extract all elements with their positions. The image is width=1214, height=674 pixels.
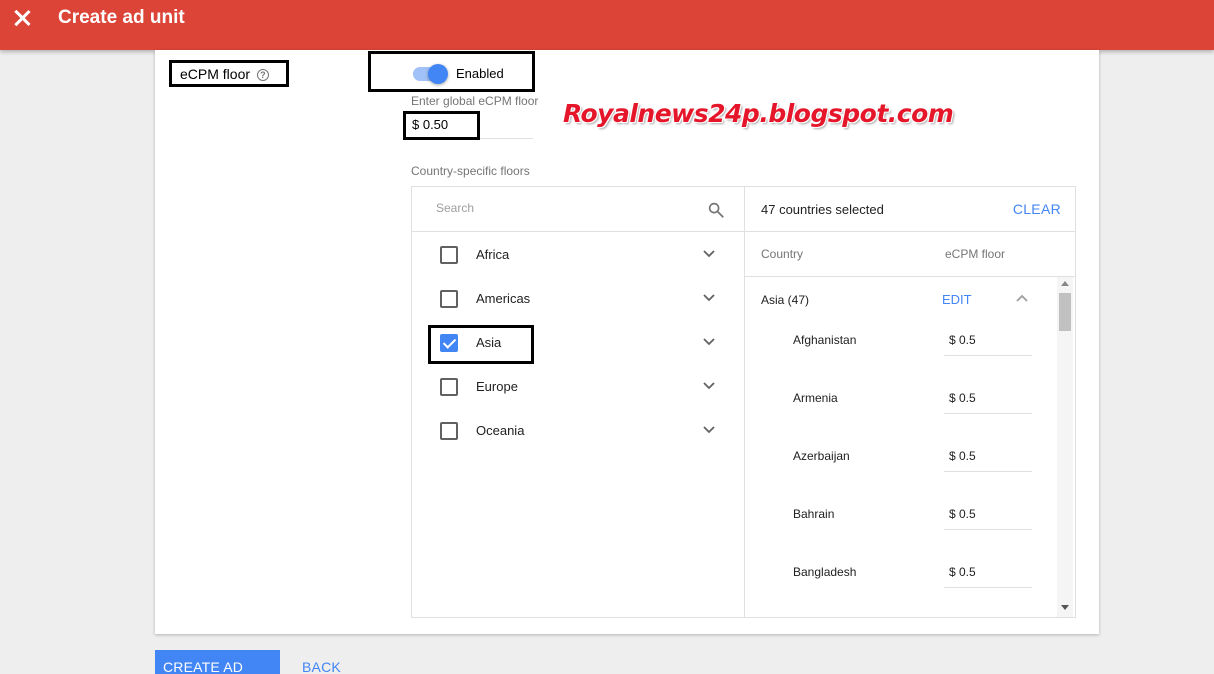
global-floor-input[interactable] bbox=[412, 117, 472, 132]
chevron-down-icon[interactable] bbox=[702, 247, 716, 261]
back-button[interactable]: BACK bbox=[302, 659, 341, 674]
asia-highlight-box bbox=[428, 325, 534, 364]
floor-underline bbox=[944, 413, 1032, 414]
country-floors-caption: Country-specific floors bbox=[411, 164, 530, 178]
edit-button[interactable]: EDIT bbox=[942, 292, 972, 307]
region-label: Europe bbox=[476, 379, 518, 394]
country-floor-value[interactable]: $ 0.5 bbox=[949, 449, 976, 463]
region-list-pane: Africa Americas Asia Europe Oceania bbox=[412, 187, 745, 617]
table-row: Bahrain $ 0.5 bbox=[745, 495, 1057, 553]
ad-unit-form-card: eCPM floor ? Enabled Enter global eCPM f… bbox=[155, 50, 1099, 634]
floor-underline bbox=[944, 355, 1032, 356]
country-floor-picker: Africa Americas Asia Europe Oceania bbox=[411, 186, 1076, 618]
global-floor-caption: Enter global eCPM floor bbox=[411, 94, 539, 108]
table-row: Bangladesh $ 0.5 bbox=[745, 553, 1057, 611]
table-row: Azerbaijan $ 0.5 bbox=[745, 437, 1057, 495]
group-header-asia: Asia (47) EDIT bbox=[745, 277, 1057, 321]
region-item-europe[interactable]: Europe bbox=[412, 364, 744, 408]
search-icon[interactable] bbox=[707, 201, 725, 219]
floor-underline bbox=[944, 529, 1032, 530]
selected-count: 47 countries selected bbox=[761, 202, 884, 217]
country-floor-value[interactable]: $ 0.5 bbox=[949, 391, 976, 405]
ecpm-floor-label: eCPM floor bbox=[180, 66, 251, 82]
column-header-country: Country bbox=[761, 247, 804, 261]
global-floor-box bbox=[403, 111, 480, 140]
selection-summary-row: 47 countries selected CLEAR bbox=[745, 187, 1075, 232]
ecpm-floor-label-box: eCPM floor ? bbox=[169, 60, 289, 87]
country-floor-value[interactable]: $ 0.5 bbox=[949, 507, 976, 521]
chevron-down-icon[interactable] bbox=[702, 423, 716, 437]
region-checkbox[interactable] bbox=[440, 422, 458, 440]
watermark-text: Royalnews24p.blogspot.com bbox=[563, 99, 954, 128]
chevron-down-icon[interactable] bbox=[702, 291, 716, 305]
page-title: Create ad unit bbox=[58, 7, 185, 28]
clear-button[interactable]: CLEAR bbox=[1013, 201, 1061, 217]
region-label: Africa bbox=[476, 247, 510, 262]
region-label: Americas bbox=[476, 291, 531, 306]
toggle-label: Enabled bbox=[456, 66, 504, 81]
region-checkbox[interactable] bbox=[440, 246, 458, 264]
region-label: Oceania bbox=[476, 423, 525, 438]
create-ad-unit-button[interactable]: CREATE AD UNIT bbox=[155, 650, 280, 674]
ecpm-enabled-toggle[interactable] bbox=[413, 64, 448, 84]
vertical-scrollbar[interactable] bbox=[1057, 277, 1073, 617]
table-row: Afghanistan $ 0.5 bbox=[745, 321, 1057, 379]
search-row bbox=[412, 187, 744, 232]
region-item-americas[interactable]: Americas bbox=[412, 276, 744, 320]
floor-underline bbox=[944, 471, 1032, 472]
country-name: Azerbaijan bbox=[793, 449, 850, 463]
region-item-oceania[interactable]: Oceania bbox=[412, 408, 744, 452]
ecpm-toggle-box: Enabled bbox=[368, 51, 535, 92]
country-floor-value[interactable]: $ 0.5 bbox=[949, 565, 976, 579]
country-floor-value[interactable]: $ 0.5 bbox=[949, 333, 976, 347]
scroll-up-arrow-icon[interactable] bbox=[1061, 281, 1069, 286]
close-icon[interactable] bbox=[12, 8, 32, 28]
region-checkbox[interactable] bbox=[440, 378, 458, 396]
region-item-africa[interactable]: Africa bbox=[412, 232, 744, 276]
floor-underline bbox=[944, 587, 1032, 588]
chevron-down-icon[interactable] bbox=[702, 379, 716, 393]
help-circle-icon[interactable]: ? bbox=[256, 69, 269, 81]
group-name: Asia (47) bbox=[761, 293, 810, 307]
chevron-down-icon[interactable] bbox=[702, 335, 716, 349]
chevron-up-icon[interactable] bbox=[1015, 291, 1029, 305]
search-input[interactable] bbox=[436, 201, 696, 215]
country-name: Afghanistan bbox=[793, 333, 857, 347]
toggle-knob bbox=[428, 64, 448, 84]
selected-countries-pane: 47 countries selected CLEAR Country eCPM… bbox=[745, 187, 1075, 617]
table-header: Country eCPM floor bbox=[745, 232, 1075, 277]
country-name: Bahrain bbox=[793, 507, 835, 521]
country-name: Bangladesh bbox=[793, 565, 857, 579]
table-row: Armenia $ 0.5 bbox=[745, 379, 1057, 437]
region-checkbox[interactable] bbox=[440, 290, 458, 308]
country-name: Armenia bbox=[793, 391, 838, 405]
scroll-thumb[interactable] bbox=[1059, 293, 1071, 331]
app-bar: Create ad unit bbox=[0, 0, 1214, 50]
column-header-ecpm-floor: eCPM floor bbox=[945, 247, 1006, 261]
scroll-down-arrow-icon[interactable] bbox=[1061, 605, 1069, 610]
